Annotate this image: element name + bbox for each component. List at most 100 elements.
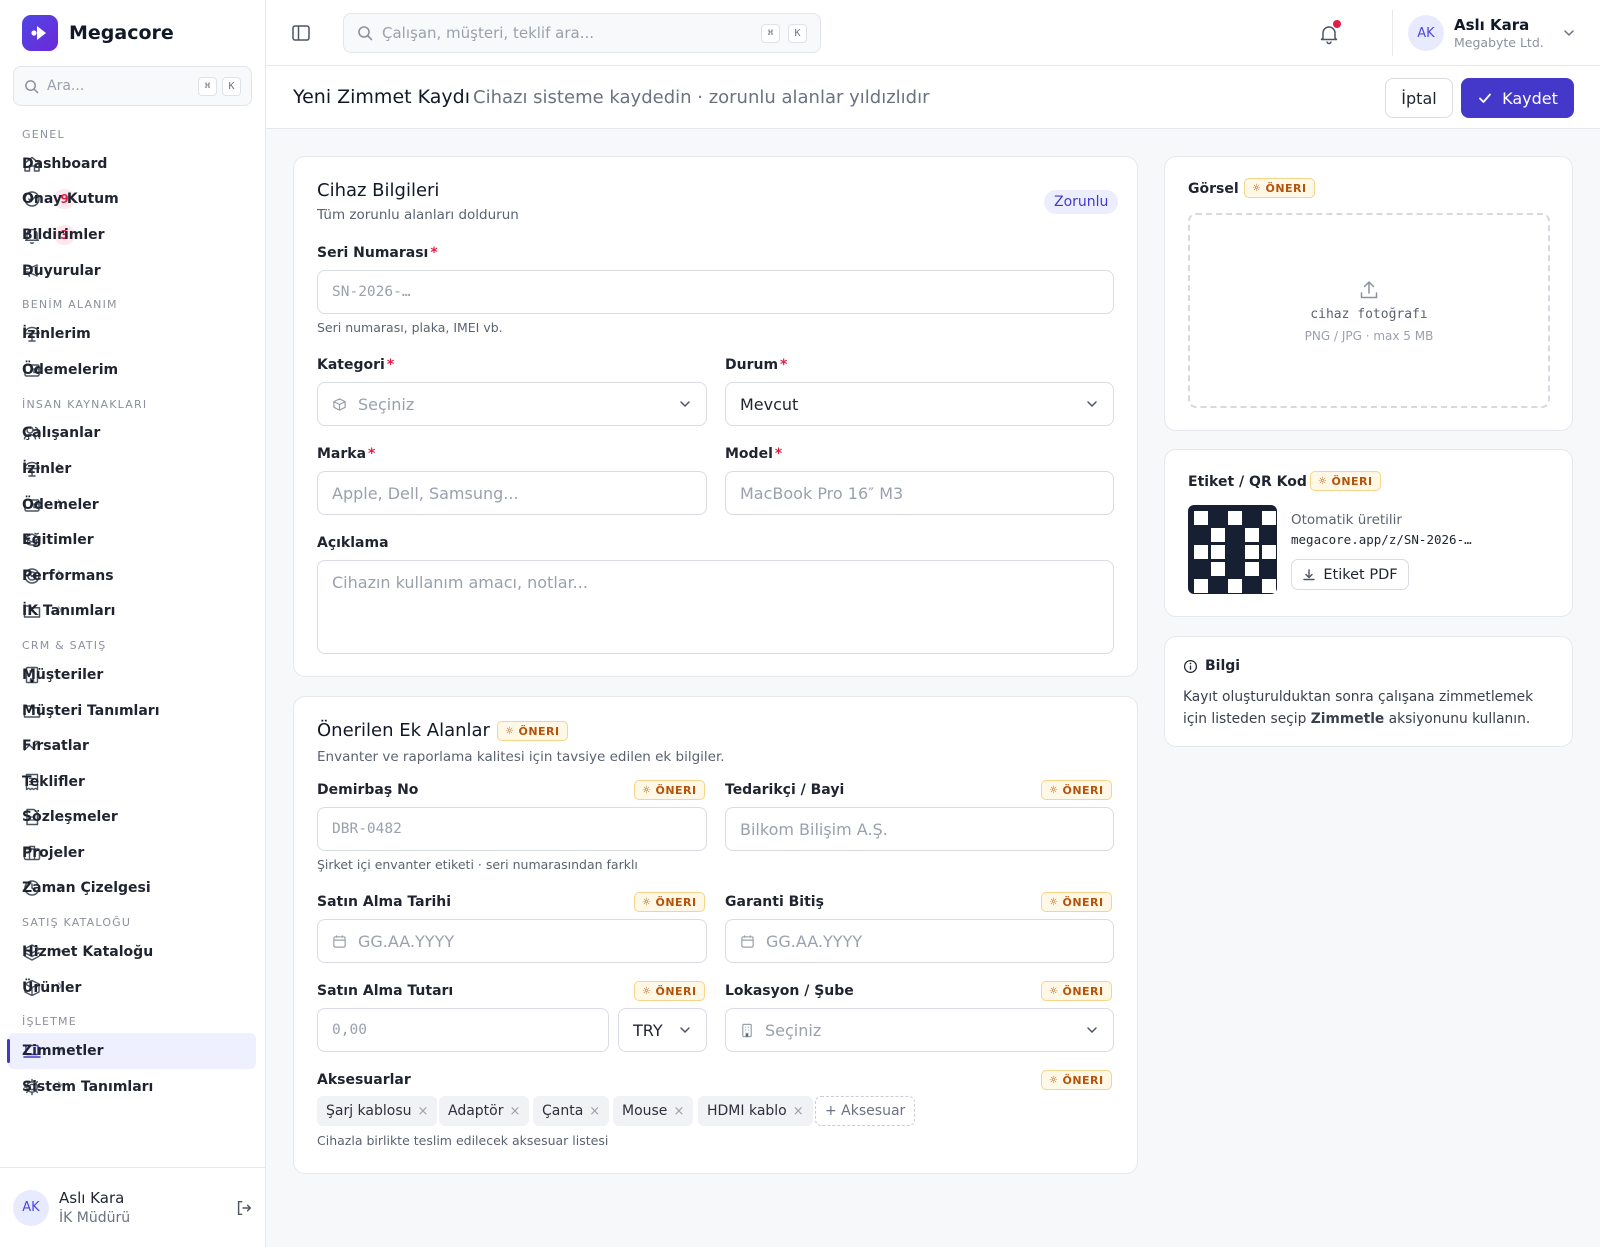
sidebar-item-label: Ödemelerim [22, 361, 119, 378]
accessory-tag-label: Adaptör [448, 1103, 504, 1119]
sidebar-item-label: Duyurular [22, 262, 101, 279]
remove-tag-icon[interactable]: × [589, 1104, 600, 1119]
purchase-date-input[interactable]: GG.AA.YYYY [317, 919, 707, 963]
sidebar-user-role: İK Müdürü [59, 1210, 131, 1226]
save-button-label: Kaydet [1502, 88, 1558, 108]
location-select[interactable]: Seçiniz [725, 1008, 1114, 1052]
building-icon [742, 1023, 752, 1037]
info-card-title: Bilgi [1205, 658, 1241, 674]
sidebar-item-ödemeler[interactable]: Ödemeler [0, 487, 266, 523]
sidebar-item-i̇k-tanımları[interactable]: İK Tanımları [0, 594, 266, 630]
sidebar-item-ödemelerim[interactable]: Ödemelerim [0, 352, 266, 388]
kbd-cmd: ⌘ [761, 23, 780, 43]
sidebar-item-zimmetler[interactable]: Zimmetler [7, 1033, 256, 1070]
save-button[interactable]: Kaydet [1461, 78, 1574, 118]
status-select[interactable]: Mevcut [725, 382, 1114, 426]
warranty-end-input[interactable]: GG.AA.YYYY [725, 919, 1114, 963]
label-pdf-label: Etiket PDF [1323, 566, 1398, 583]
sidebar-item-müşteri-tanımları[interactable]: Müşteri Tanımları [0, 693, 266, 729]
accessory-tag[interactable]: Adaptör × [439, 1096, 530, 1126]
sidebar-item-hizmet-kataloğu[interactable]: Hizmet Kataloğu [0, 934, 266, 970]
suggested-card-subtitle: Envanter ve raporlama kalitesi için tavs… [317, 749, 725, 765]
global-search-input[interactable]: Çalışan, müşteri, teklif ara... ⌘ K [343, 13, 821, 53]
sidebar-item-label: Projeler [22, 844, 85, 861]
sidebar-item-label: Zimmetler [22, 1043, 104, 1060]
remove-tag-icon[interactable]: × [793, 1104, 804, 1119]
asset-no-input[interactable]: DBR-0482 [317, 807, 707, 851]
remove-tag-icon[interactable]: × [510, 1104, 521, 1119]
brand[interactable]: Megacore [22, 15, 174, 51]
dropzone-title: cihaz fotoğrafı [1310, 306, 1428, 322]
topbar: Çalışan, müşteri, teklif ara... ⌘ K AK A… [266, 0, 1600, 66]
accessories-hint: Cihazla birlikte teslim edilecek aksesua… [317, 1133, 609, 1148]
chevron-down-icon [680, 1027, 690, 1034]
required-badge: Zorunlu [1044, 190, 1119, 214]
accessory-tag[interactable]: HDMI kablo × [698, 1096, 813, 1126]
suggest-badge: ☼ ÖNERI [497, 721, 568, 741]
remove-tag-icon[interactable]: × [418, 1104, 429, 1119]
chevron-down-icon [1087, 401, 1097, 408]
model-label: Model * [725, 446, 783, 462]
sidebar-search-placeholder: Ara... [47, 78, 85, 94]
sidebar-item-duyurular[interactable]: Duyurular [0, 253, 266, 289]
qr-module [1262, 511, 1276, 525]
model-input[interactable]: MacBook Pro 16″ M3 [725, 471, 1114, 515]
sidebar-item-fırsatlar[interactable]: Fırsatlar [0, 728, 266, 764]
currency-select[interactable]: TRY [618, 1008, 707, 1052]
sidebar-item-onay-kutum[interactable]: Onay Kutum 9 [0, 182, 266, 218]
supplier-input[interactable]: Bilkom Bilişim A.Ş. [725, 807, 1114, 851]
logout-icon[interactable] [235, 1199, 253, 1217]
sidebar-item-sistem-tanımları[interactable]: Sistem Tanımları [0, 1069, 266, 1105]
qr-module [1211, 528, 1225, 542]
sidebar-item-i̇zinlerim[interactable]: İzinlerim [0, 316, 266, 352]
add-accessory-button[interactable]: + Aksesuar [815, 1096, 916, 1126]
remove-tag-icon[interactable]: × [673, 1104, 684, 1119]
accessory-tag[interactable]: Şarj kablosu × [317, 1096, 438, 1126]
accessory-tag[interactable]: Çanta × [533, 1096, 610, 1126]
cancel-button[interactable]: İptal [1385, 78, 1453, 118]
qr-module [1194, 579, 1208, 593]
sidebar-item-label: Zaman Çizelgesi [22, 880, 151, 897]
info-card-text: Kayıt oluşturulduktan sonra çalışana zim… [1183, 689, 1534, 727]
sidebar-item-sözleşmeler[interactable]: Sözleşmeler [0, 800, 266, 836]
category-select[interactable]: Seçiniz [317, 382, 707, 426]
sidebar-item-dashboard[interactable]: Dashboard [0, 146, 266, 182]
suggest-badge: ☼ ÖNERI [1310, 471, 1381, 491]
serial-label: Seri Numarası * [317, 245, 438, 261]
sidebar-search-input[interactable]: Ara... ⌘ K [13, 66, 252, 106]
asset-no-label: Demirbaş No [317, 782, 419, 798]
accessory-tag-label: Çanta [542, 1103, 584, 1119]
category-label: Kategori * [317, 357, 395, 373]
brand-input[interactable]: Apple, Dell, Samsung... [317, 471, 707, 515]
qr-module [1262, 579, 1276, 593]
notifications-button[interactable] [1316, 20, 1342, 46]
avatar[interactable]: AK [13, 1189, 49, 1226]
sidebar-item-müşteriler[interactable]: Müşteriler [0, 657, 266, 693]
sidebar-item-bildirimler[interactable]: Bildirimler 3 [0, 217, 266, 253]
suggest-badge: ☼ ÖNERI [1041, 780, 1112, 800]
sidebar-item-label: Dashboard [22, 155, 108, 172]
sidebar: Megacore Ara... ⌘ K GENEL Dashboard Onay K… [0, 0, 266, 1247]
sidebar-item-performans[interactable]: Performans [0, 558, 266, 594]
sidebar-item-eğitimler[interactable]: Eğitimler [0, 522, 266, 558]
sidebar-toggle-icon[interactable] [290, 22, 312, 44]
sidebar-item-zaman-çizelgesi[interactable]: Zaman Çizelgesi [0, 871, 266, 907]
sidebar-item-label: Ürünler [22, 979, 82, 996]
sidebar-item-ürünler[interactable]: Ürünler [0, 970, 266, 1006]
sidebar-item-label: İzinler [22, 460, 72, 477]
sidebar-item-teklifler[interactable]: Teklifler [0, 764, 266, 800]
user-menu[interactable]: AK Aslı Kara Megabyte Ltd. [1408, 14, 1576, 52]
sidebar-item-çalışanlar[interactable]: Çalışanlar [0, 416, 266, 452]
description-textarea[interactable]: Cihazın kullanım amacı, notlar... [317, 560, 1114, 654]
accessory-tag[interactable]: Mouse × [613, 1096, 694, 1126]
serial-number-input[interactable]: SN-2026-… [317, 270, 1114, 314]
qr-card-title: Etiket / QR Kod [1188, 474, 1307, 490]
notification-dot [1333, 20, 1341, 28]
sidebar-item-projeler[interactable]: Projeler [0, 835, 266, 871]
purchase-amount-input[interactable]: 0,00 [317, 1008, 609, 1052]
label-pdf-button[interactable]: Etiket PDF [1291, 559, 1409, 590]
qr-module [1245, 562, 1259, 576]
image-dropzone[interactable]: cihaz fotoğrafı PNG / JPG · max 5 MB [1188, 213, 1550, 408]
qr-module [1228, 579, 1242, 593]
sidebar-item-i̇zinler[interactable]: İzinler [0, 451, 266, 487]
